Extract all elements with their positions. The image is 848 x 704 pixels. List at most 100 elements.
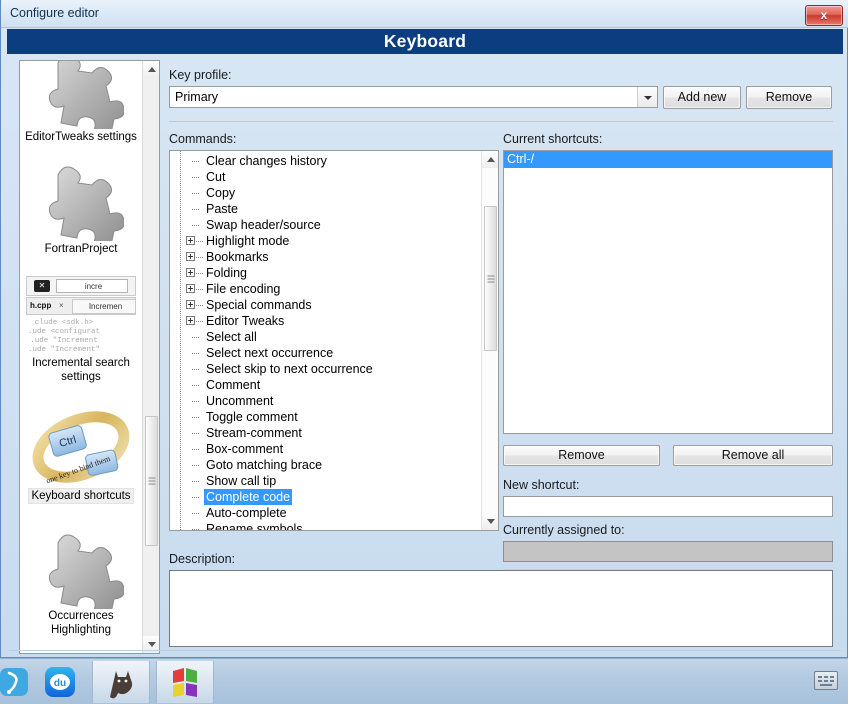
close-icon: x	[820, 8, 828, 22]
command-label: Toggle comment	[206, 410, 298, 424]
sidebar-item-fortranproject[interactable]: FortranProject	[20, 161, 142, 256]
taskbar-item-skype-like[interactable]	[0, 661, 36, 703]
sidebar-scroll-thumb[interactable]	[145, 416, 158, 546]
command-label: Rename symbols	[206, 522, 303, 531]
currently-assigned-label: Currently assigned to:	[503, 523, 625, 537]
tree-connector	[196, 305, 203, 307]
expand-icon[interactable]	[186, 252, 195, 261]
remove-shortcut-button[interactable]: Remove	[503, 445, 660, 466]
command-row[interactable]: Editor Tweaks	[170, 313, 483, 329]
command-label: Complete code	[204, 489, 293, 505]
configure-editor-window: Configure editor x Keyboard EditorTweaks…	[0, 0, 848, 658]
remove-profile-button[interactable]: Remove	[746, 86, 832, 109]
sidebar-item-keyboard-shortcuts[interactable]: Ctrl one key to bind them Keyboard short…	[20, 406, 142, 503]
command-row[interactable]: Cut	[170, 169, 483, 185]
command-row[interactable]: Auto-complete	[170, 505, 483, 521]
settings-pages-sidebar[interactable]: EditorTweaks settings FortranProject ✕ i…	[19, 60, 160, 654]
taskbar-item-cat-app[interactable]	[92, 661, 150, 703]
window-bottom-divider	[9, 650, 841, 651]
expand-icon[interactable]	[186, 300, 195, 309]
preview-code-line: .ude "Increment	[30, 337, 98, 345]
taskbar-item-colored-squares-app[interactable]	[156, 661, 214, 703]
tree-connector	[192, 337, 199, 339]
command-row[interactable]: Bookmarks	[170, 249, 483, 265]
commands-label: Commands:	[169, 132, 237, 146]
command-row[interactable]: Goto matching brace	[170, 457, 483, 473]
command-row[interactable]: Stream-comment	[170, 425, 483, 441]
tree-connector	[192, 449, 199, 451]
preview-tab-other: Incremen	[72, 299, 136, 314]
tree-connector	[192, 353, 199, 355]
command-row[interactable]: Complete code	[170, 489, 483, 505]
commands-tree[interactable]: Clear changes history Cut Copy Paste Swap he…	[169, 150, 499, 531]
sidebar-item-occurrences-highlighting[interactable]: Occurrences Highlighting	[20, 529, 142, 637]
command-label: Clear changes history	[206, 154, 327, 168]
commands-scrollbar[interactable]	[481, 151, 498, 530]
key-profile-select[interactable]: Primary	[169, 86, 658, 108]
current-shortcuts-list[interactable]: Ctrl-/	[503, 150, 833, 434]
command-row[interactable]: Clear changes history	[170, 153, 483, 169]
command-row[interactable]: Uncomment	[170, 393, 483, 409]
cat-app-icon	[110, 671, 133, 699]
tree-connector	[196, 289, 203, 291]
command-label: Paste	[206, 202, 238, 216]
window-title: Configure editor	[10, 6, 99, 20]
tree-connector	[192, 481, 199, 483]
new-shortcut-input[interactable]	[503, 496, 833, 517]
tree-connector	[192, 529, 199, 530]
preview-tab-close-icon: ×	[59, 301, 64, 310]
expand-icon[interactable]	[186, 284, 195, 293]
tree-connector	[192, 497, 199, 499]
add-new-profile-button[interactable]: Add new	[663, 86, 741, 109]
sidebar-item-label: FortranProject	[44, 243, 118, 255]
expand-icon[interactable]	[186, 316, 195, 325]
taskbar: du	[0, 658, 848, 704]
command-row[interactable]: Comment	[170, 377, 483, 393]
scroll-grip-icon	[487, 275, 494, 282]
command-row[interactable]: Swap header/source	[170, 217, 483, 233]
expand-icon[interactable]	[186, 236, 195, 245]
sidebar-scroll-up-button[interactable]	[143, 61, 159, 78]
expand-icon[interactable]	[186, 268, 195, 277]
command-row[interactable]: Select next occurrence	[170, 345, 483, 361]
preview-search-text: incre	[56, 279, 128, 293]
shortcut-row[interactable]: Ctrl-/	[504, 151, 832, 168]
keyboard-ring-icon: Ctrl one key to bind them	[32, 411, 130, 485]
command-row[interactable]: Folding	[170, 265, 483, 281]
command-label: Highlight mode	[206, 234, 290, 248]
commands-scroll-down-button[interactable]	[482, 513, 498, 530]
command-label: Select skip to next occurrence	[206, 362, 373, 376]
commands-scroll-thumb[interactable]	[484, 206, 497, 351]
taskbar-item-baidu-netdisk[interactable]: du	[38, 661, 82, 703]
command-row[interactable]: Show call tip	[170, 473, 483, 489]
sidebar-item-incremental-search-settings[interactable]: ✕ incre h.cpp × Incremen clude <sdk.h> .…	[20, 276, 142, 384]
commands-scroll-up-button[interactable]	[482, 151, 498, 168]
description-textarea[interactable]	[169, 570, 833, 647]
tree-connector	[192, 385, 199, 387]
command-label: Show call tip	[206, 474, 277, 488]
command-row[interactable]: Highlight mode	[170, 233, 483, 249]
keyboard-input-icon[interactable]	[814, 671, 838, 690]
command-label: Select all	[206, 330, 257, 344]
command-row[interactable]: File encoding	[170, 281, 483, 297]
command-row[interactable]: Paste	[170, 201, 483, 217]
remove-all-shortcuts-button[interactable]: Remove all	[673, 445, 833, 466]
command-row[interactable]: Special commands	[170, 297, 483, 313]
command-row[interactable]: Select skip to next occurrence	[170, 361, 483, 377]
svg-text:du: du	[54, 678, 66, 689]
command-row[interactable]: Copy	[170, 185, 483, 201]
tree-connector	[192, 417, 199, 419]
sidebar-item-label: Occurrences Highlighting	[48, 610, 114, 636]
sidebar-scrollbar[interactable]	[142, 61, 159, 653]
sidebar-item-editortweaks-settings[interactable]: EditorTweaks settings	[20, 61, 142, 144]
chevron-down-icon[interactable]	[637, 87, 657, 107]
tree-connector	[192, 209, 199, 211]
command-row[interactable]: Rename symbols	[170, 521, 483, 531]
command-row[interactable]: Select all	[170, 329, 483, 345]
command-row[interactable]: Box-comment	[170, 441, 483, 457]
divider	[169, 121, 833, 122]
command-row[interactable]: Toggle comment	[170, 409, 483, 425]
close-button[interactable]: x	[805, 5, 843, 26]
command-label: File encoding	[206, 282, 281, 296]
puzzle-piece-icon	[48, 534, 124, 609]
